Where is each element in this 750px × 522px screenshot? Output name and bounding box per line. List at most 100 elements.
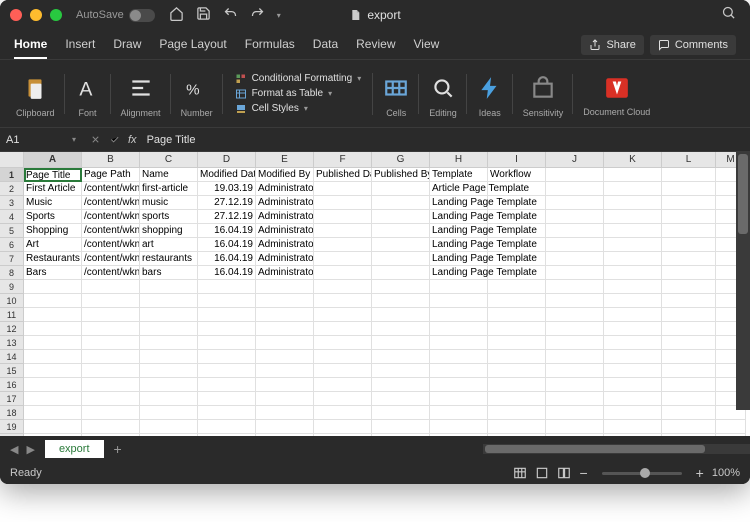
cell-D2[interactable]: 19.03.19 [198, 182, 256, 196]
save-icon[interactable] [196, 6, 211, 24]
cell-H11[interactable] [430, 308, 488, 322]
next-sheet-icon[interactable]: ▶ [22, 443, 38, 456]
col-header-H[interactable]: H [430, 152, 488, 168]
select-all-corner[interactable] [0, 152, 24, 168]
tab-formulas[interactable]: Formulas [245, 31, 295, 59]
cell-K1[interactable] [604, 168, 662, 182]
conditional-formatting-button[interactable]: Conditional Formatting▾ [235, 73, 362, 85]
cell-C12[interactable] [140, 322, 198, 336]
row-header-1[interactable]: 1 [0, 168, 24, 182]
cell-G6[interactable] [372, 238, 430, 252]
cell-A1[interactable]: Page Title [24, 168, 82, 182]
cell-B14[interactable] [82, 350, 140, 364]
page-layout-view-icon[interactable] [535, 466, 549, 480]
cell-C2[interactable]: first-article [140, 182, 198, 196]
zoom-in-button[interactable]: + [696, 465, 704, 481]
document-cloud-group[interactable]: Document Cloud [573, 68, 660, 120]
cell-B8[interactable]: /content/wknd [82, 266, 140, 280]
cell-B7[interactable]: /content/wknd [82, 252, 140, 266]
cell-B1[interactable]: Page Path [82, 168, 140, 182]
cell-J6[interactable] [546, 238, 604, 252]
cell-J16[interactable] [546, 378, 604, 392]
cell-D14[interactable] [198, 350, 256, 364]
cell-J5[interactable] [546, 224, 604, 238]
cell-D1[interactable]: Modified Date [198, 168, 256, 182]
cell-F4[interactable] [314, 210, 372, 224]
cell-D12[interactable] [198, 322, 256, 336]
undo-icon[interactable] [223, 6, 238, 24]
tab-view[interactable]: View [414, 31, 440, 59]
col-header-K[interactable]: K [604, 152, 662, 168]
cell-K11[interactable] [604, 308, 662, 322]
row-header-10[interactable]: 10 [0, 294, 24, 308]
cell-B13[interactable] [82, 336, 140, 350]
row-header-16[interactable]: 16 [0, 378, 24, 392]
cell-F6[interactable] [314, 238, 372, 252]
row-header-7[interactable]: 7 [0, 252, 24, 266]
cell-M19[interactable] [716, 420, 746, 434]
cell-J20[interactable] [546, 434, 604, 436]
cell-B4[interactable]: /content/wknd [82, 210, 140, 224]
home-icon[interactable] [169, 6, 184, 24]
cell-B2[interactable]: /content/wknd [82, 182, 140, 196]
cell-D19[interactable] [198, 420, 256, 434]
cell-K18[interactable] [604, 406, 662, 420]
zoom-out-button[interactable]: − [579, 465, 587, 481]
tab-data[interactable]: Data [313, 31, 338, 59]
row-header-15[interactable]: 15 [0, 364, 24, 378]
cell-K7[interactable] [604, 252, 662, 266]
tab-draw[interactable]: Draw [113, 31, 141, 59]
cell-H8[interactable]: Landing Page Template [430, 266, 488, 280]
cell-F15[interactable] [314, 364, 372, 378]
cell-I19[interactable] [488, 420, 546, 434]
cell-K4[interactable] [604, 210, 662, 224]
normal-view-icon[interactable] [513, 466, 527, 480]
cell-styles-button[interactable]: Cell Styles▾ [235, 103, 362, 115]
tab-review[interactable]: Review [356, 31, 395, 59]
cell-D15[interactable] [198, 364, 256, 378]
cell-H16[interactable] [430, 378, 488, 392]
cell-K13[interactable] [604, 336, 662, 350]
cell-B17[interactable] [82, 392, 140, 406]
col-header-C[interactable]: C [140, 152, 198, 168]
cell-I1[interactable]: Workflow [488, 168, 546, 182]
cell-A5[interactable]: Shopping [24, 224, 82, 238]
format-as-table-button[interactable]: Format as Table▾ [235, 88, 362, 100]
cell-L1[interactable] [662, 168, 716, 182]
minimize-button[interactable] [30, 9, 42, 21]
font-group[interactable]: A Font [65, 68, 111, 120]
cell-H5[interactable]: Landing Page Template [430, 224, 488, 238]
cell-C10[interactable] [140, 294, 198, 308]
cell-I17[interactable] [488, 392, 546, 406]
cell-B18[interactable] [82, 406, 140, 420]
horizontal-scrollbar[interactable] [483, 444, 750, 454]
cell-G20[interactable] [372, 434, 430, 436]
cell-K3[interactable] [604, 196, 662, 210]
cell-H7[interactable]: Landing Page Template [430, 252, 488, 266]
cell-A14[interactable] [24, 350, 82, 364]
cell-H19[interactable] [430, 420, 488, 434]
cell-G18[interactable] [372, 406, 430, 420]
cell-G16[interactable] [372, 378, 430, 392]
autosave-toggle[interactable]: AutoSave [76, 9, 155, 22]
cell-G8[interactable] [372, 266, 430, 280]
cell-G1[interactable]: Published By [372, 168, 430, 182]
row-header-12[interactable]: 12 [0, 322, 24, 336]
cell-C5[interactable]: shopping [140, 224, 198, 238]
editing-group[interactable]: Editing [419, 68, 467, 120]
formula-input[interactable]: Page Title [143, 134, 750, 146]
cell-H3[interactable]: Landing Page Template [430, 196, 488, 210]
cell-G11[interactable] [372, 308, 430, 322]
qat-more-icon[interactable]: ▾ [277, 11, 281, 20]
row-header-9[interactable]: 9 [0, 280, 24, 294]
cell-G2[interactable] [372, 182, 430, 196]
cell-H2[interactable]: Article Page Template [430, 182, 488, 196]
cell-K12[interactable] [604, 322, 662, 336]
cell-K8[interactable] [604, 266, 662, 280]
col-header-F[interactable]: F [314, 152, 372, 168]
cell-D16[interactable] [198, 378, 256, 392]
cell-G19[interactable] [372, 420, 430, 434]
cell-E15[interactable] [256, 364, 314, 378]
cell-A13[interactable] [24, 336, 82, 350]
tab-page-layout[interactable]: Page Layout [159, 31, 226, 59]
